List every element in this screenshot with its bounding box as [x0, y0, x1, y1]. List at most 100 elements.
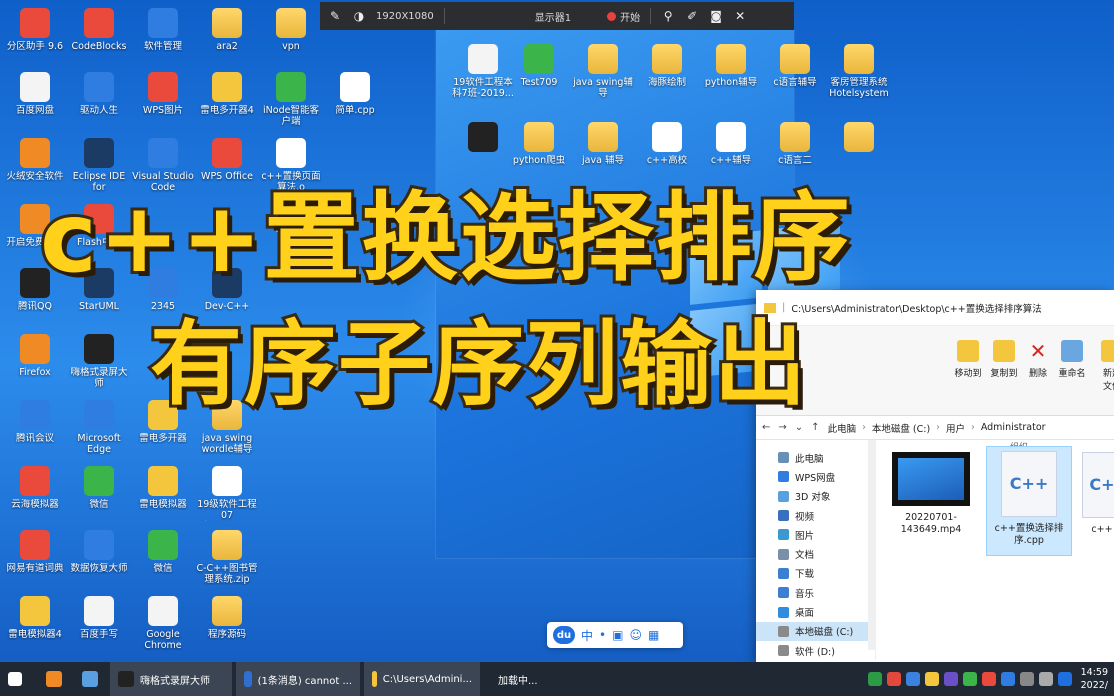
nav-item[interactable]: 下载 [756, 564, 875, 583]
nav-item[interactable]: 音乐 [756, 583, 875, 602]
nav-item[interactable]: 文档 [756, 544, 875, 563]
contrast-icon[interactable]: ◑ [352, 9, 366, 23]
breadcrumb-item[interactable]: 用户 [946, 421, 965, 435]
nav-item[interactable]: WPS网盘 [756, 467, 875, 486]
nav-item[interactable]: 此电脑 [756, 448, 875, 467]
desktop-icon-item[interactable]: 腾讯会议 [4, 400, 66, 444]
breadcrumb-item[interactable]: 此电脑 [828, 421, 857, 435]
pen-icon[interactable]: ✐ [685, 9, 699, 23]
ime-mode[interactable]: 中 [581, 627, 593, 644]
nav-pane-scrollbar[interactable] [868, 440, 876, 650]
desktop-icon-item[interactable]: WPS图片 [132, 72, 194, 116]
dropdown-icon[interactable]: ⌄ [795, 422, 803, 433]
second-screen-icon-item[interactable]: 19软件工程本科7班-2019... [452, 44, 514, 99]
desktop-icon-item[interactable]: 雷电模拟器4 [4, 596, 66, 640]
desktop-icon-item[interactable]: C-C++图书管理系统.zip [196, 530, 258, 585]
desktop-icon-item[interactable]: 百度网盘 [4, 72, 66, 116]
second-screen-icon-item[interactable] [452, 122, 514, 155]
second-screen-icon-item[interactable]: c语言辅导 [764, 44, 826, 88]
ime-toolbar[interactable]: du 中 • ▣ ☺ ▦ [547, 622, 683, 648]
ime-tray-icon[interactable] [1057, 672, 1072, 686]
second-screen-icon-item[interactable]: Test709 [508, 44, 570, 88]
file-item-cpp-partial[interactable]: C+ c++ [1082, 448, 1114, 536]
second-screen-icon-item[interactable] [828, 122, 890, 155]
tray-app-icon[interactable] [981, 672, 996, 686]
up-icon[interactable]: ↑ [811, 422, 819, 433]
user-icon[interactable]: ☺ [629, 628, 642, 642]
taskbar-button[interactable]: C:\Users\Admini... [364, 662, 480, 696]
tray-app-icon[interactable] [1000, 672, 1015, 686]
second-screen-icon-item[interactable]: java swing辅导 [572, 44, 634, 99]
recorder-start-button[interactable]: 开始 [607, 9, 640, 24]
desktop-icon-item[interactable]: 数据恢复大师 [68, 530, 130, 574]
desktop-icon-item[interactable]: Firefox [4, 334, 66, 378]
desktop-icon-item[interactable]: 程序源码 [196, 596, 258, 640]
desktop-icon-item[interactable]: 雷电多开器4 [196, 72, 258, 116]
tray-app-icon[interactable] [886, 672, 901, 686]
desktop-icon-item[interactable]: 雷电模拟器 [132, 466, 194, 510]
rename-button[interactable]: 重命名 [1052, 340, 1092, 379]
tray-app-icon[interactable] [905, 672, 920, 686]
desktop-icon-label: 网易有道词典 [6, 563, 64, 574]
toolbox-icon[interactable]: ▣ [612, 628, 623, 642]
desktop-icon-item[interactable]: 简单.cpp [324, 72, 386, 116]
desktop-icon-item[interactable]: 软件管理 [132, 8, 194, 52]
desktop-icon-item[interactable]: 驱动人生 [68, 72, 130, 116]
file-explorer-window[interactable]: | C:\Users\Administrator\Desktop\c++置换选择… [756, 290, 1114, 662]
nav-item[interactable]: 图片 [756, 525, 875, 544]
desktop-icon-item[interactable]: 嗨格式录屏大师 [68, 334, 130, 389]
network-icon[interactable] [1019, 672, 1034, 686]
desktop-icon-label: java swing wordle辅导 [201, 433, 253, 455]
desktop-icon-item[interactable]: 微信 [68, 466, 130, 510]
search-icon[interactable]: ⚲ [661, 9, 675, 23]
taskbar-button[interactable]: 嗨格式录屏大师 [110, 662, 232, 696]
desktop-icon-item[interactable]: Google Chrome [132, 596, 194, 651]
desktop-icon-item[interactable]: 网易有道词典 [4, 530, 66, 574]
taskbar-button[interactable]: (1条消息) cannot ... [236, 662, 360, 696]
clock[interactable]: 14:59 2022/ [1077, 666, 1108, 692]
breadcrumb-item[interactable]: 本地磁盘 (C:) [872, 421, 930, 435]
back-icon[interactable]: ← [762, 422, 770, 433]
desktop-icon-item[interactable]: Microsoft Edge [68, 400, 130, 455]
desktop-icon-item[interactable]: 19级软件工程07班-20191... [196, 466, 258, 521]
nav-item[interactable]: 本地磁盘 (C:) [756, 621, 875, 641]
grid-icon[interactable]: ▦ [648, 628, 659, 642]
taskbar-button[interactable] [74, 662, 106, 696]
desktop-icon-item[interactable]: iNode智能客户端 [260, 72, 322, 127]
taskbar-button[interactable] [38, 662, 70, 696]
punctuation-icon[interactable]: • [599, 628, 606, 642]
desktop-icon-item[interactable]: ara2 [196, 8, 258, 52]
forward-icon[interactable]: → [778, 422, 786, 433]
second-screen-icon-item[interactable]: python辅导 [700, 44, 762, 88]
desktop-icon-item[interactable]: CodeBlocks [68, 8, 130, 52]
volume-icon[interactable] [1038, 672, 1053, 686]
taskbar-button[interactable]: 加载中... [484, 662, 544, 696]
file-item-video[interactable]: 20220701-143649.mp4 [888, 448, 974, 536]
tray-app-icon[interactable] [943, 672, 958, 686]
desktop-icon-item[interactable]: 分区助手 9.6 [4, 8, 66, 52]
move-to-button[interactable]: 移动到 [948, 340, 988, 379]
desktop-icon-item[interactable]: vpn [260, 8, 322, 52]
new-folder-button[interactable]: 新建 文件 [1092, 340, 1114, 392]
recorder-display[interactable]: 显示器1 [535, 9, 571, 24]
second-screen-icon-item[interactable]: 海豚绘制 [636, 44, 698, 88]
nav-item[interactable]: 3D 对象 [756, 487, 875, 506]
desktop-icon-item[interactable]: 百度手写 [68, 596, 130, 640]
tray-app-icon[interactable] [924, 672, 939, 686]
nav-item[interactable]: 视频 [756, 506, 875, 525]
pin-icon[interactable]: ✎ [328, 9, 342, 23]
close-icon[interactable]: ✕ [733, 9, 747, 23]
second-screen-icon-item[interactable]: 客房管理系统Hotelsystem [828, 44, 890, 99]
camera-icon[interactable]: ◙ [709, 9, 723, 23]
breadcrumb[interactable]: 此电脑 › 本地磁盘 (C:) › 用户 › Administrator [828, 421, 1046, 435]
tencent-meeting-icon [20, 400, 50, 430]
nav-item[interactable]: 软件 (D:) [756, 641, 875, 660]
desktop-icon-item[interactable]: 微信 [132, 530, 194, 574]
nav-item[interactable]: 桌面 [756, 602, 875, 621]
tray-app-icon[interactable] [962, 672, 977, 686]
breadcrumb-item[interactable]: Administrator [981, 422, 1046, 433]
start-button[interactable] [0, 662, 38, 696]
tray-app-icon[interactable] [867, 672, 882, 686]
desktop-icon-item[interactable]: 云海模拟器 [4, 466, 66, 510]
file-item-cpp[interactable]: C++ c++置换选择排序.cpp [986, 446, 1072, 556]
